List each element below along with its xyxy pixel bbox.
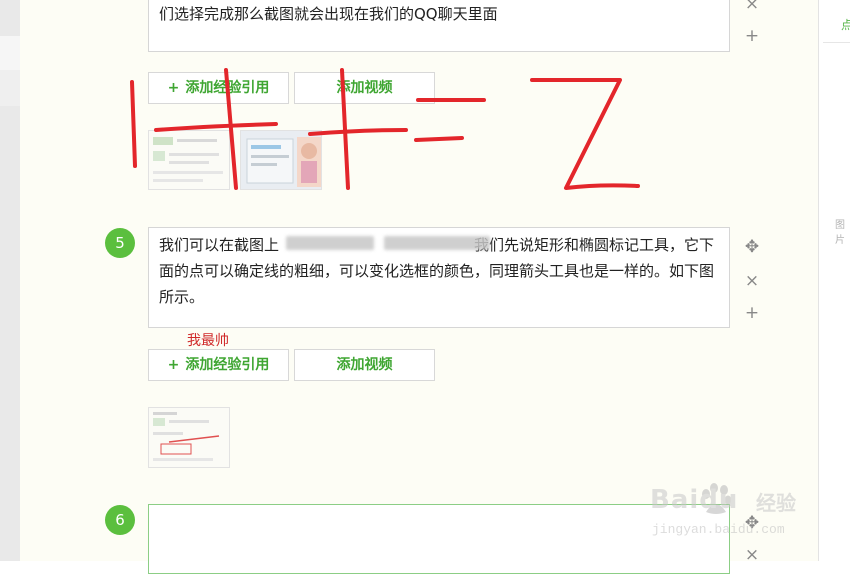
add-icon[interactable]: +: [743, 304, 761, 322]
step-text-field[interactable]: 们选择完成那么截图就会出现在我们的QQ聊天里面: [148, 0, 730, 52]
handwriting-overlay: [130, 68, 640, 190]
step-text-field[interactable]: [148, 504, 730, 574]
step-number: 5: [105, 228, 135, 258]
delete-icon[interactable]: ×: [743, 0, 761, 13]
watermark-brand: Baidu: [650, 485, 739, 515]
delete-icon[interactable]: ×: [743, 272, 761, 290]
watermark-url: jingyan.baidu.com: [652, 522, 785, 537]
redacted-text: [286, 236, 374, 250]
add-video-button[interactable]: 添加视频: [294, 349, 435, 381]
redacted-text: [384, 236, 490, 250]
screenshot-thumbnail-image: [149, 408, 229, 467]
baidu-watermark: Baidu 经验 jingyan.baidu.com: [650, 482, 810, 542]
gutter-band: [0, 70, 20, 106]
delete-icon[interactable]: ×: [743, 546, 761, 564]
left-gutter: [0, 0, 20, 561]
divider: [823, 42, 850, 43]
add-icon[interactable]: +: [743, 27, 761, 45]
annotation-label: 我最帅: [187, 333, 229, 349]
step-text: 们选择完成那么截图就会出现在我们的QQ聊天里面: [159, 5, 498, 23]
plus-icon: +: [167, 357, 180, 373]
step-number: 6: [105, 505, 135, 535]
add-reference-button[interactable]: + 添加经验引用: [148, 349, 289, 381]
add-reference-label: 添加经验引用: [185, 357, 270, 373]
add-video-label: 添加视频: [336, 357, 393, 373]
right-panel-hint: 图片: [835, 220, 845, 246]
right-panel-hint: 点: [841, 18, 850, 32]
right-panel: 点 图片: [818, 0, 850, 561]
watermark-suffix: 经验: [756, 491, 796, 515]
move-icon[interactable]: ✥: [743, 238, 761, 256]
gutter-band: [0, 36, 20, 70]
step-image-thumbnail[interactable]: [148, 407, 230, 468]
